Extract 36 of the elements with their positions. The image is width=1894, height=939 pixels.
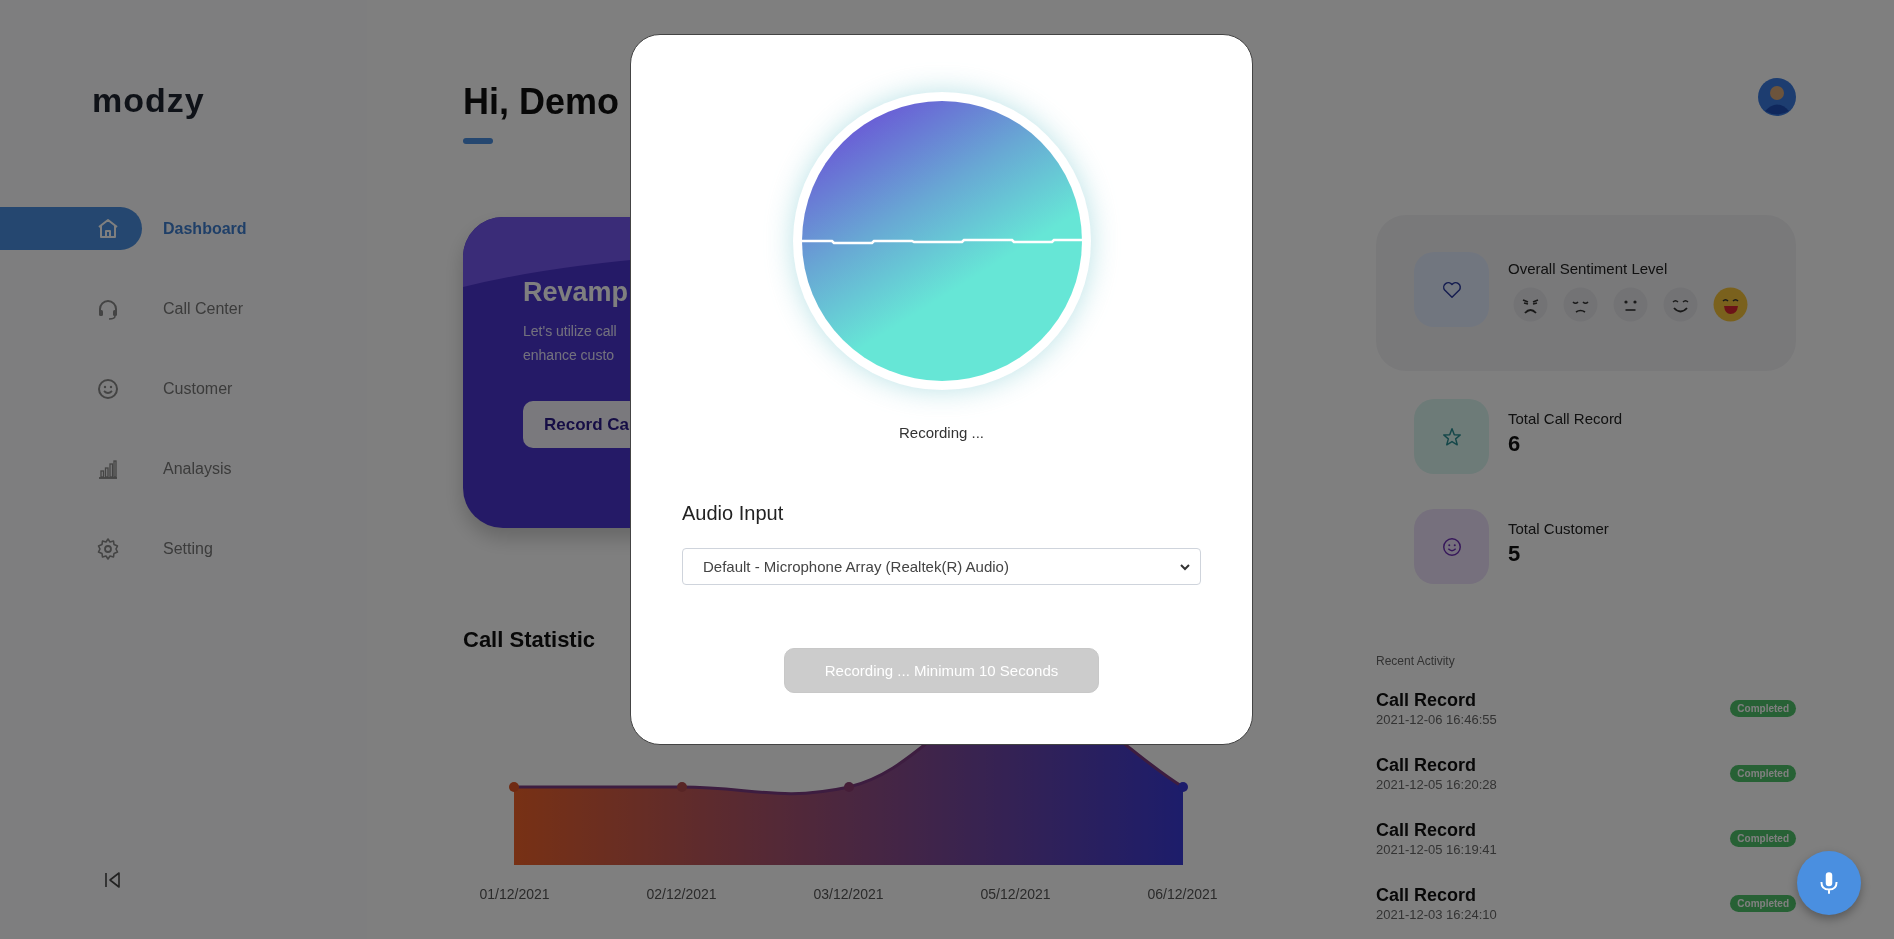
activity-title: Call Record [1376, 883, 1478, 906]
greeting-heading: Hi, Demo [463, 80, 620, 124]
axis-label: 03/12/2021 [812, 886, 885, 902]
stat-value: 5 [1508, 540, 1522, 568]
recording-status: Recording ... [898, 424, 984, 441]
stat-label: Total Call Record [1508, 409, 1623, 429]
logo: modzy [92, 82, 205, 118]
axis-label: 06/12/2021 [1146, 886, 1219, 902]
axis-label: 02/12/2021 [645, 886, 718, 902]
banner-description: Let's utilize call enhance custo [523, 322, 618, 365]
section-title: Call Statistic [463, 626, 596, 654]
audio-input-dropdown[interactable]: Default - Microphone Array (Realtek(R) Audio) [682, 548, 1201, 585]
banner-title: Revamp [523, 276, 630, 309]
field-label: Audio Input [682, 502, 784, 525]
stat-label: Total Customer [1508, 519, 1609, 539]
activity-time: 2021-12-03 16:24:10 [1376, 905, 1497, 924]
stat-value: 6 [1508, 430, 1522, 458]
axis-label: 05/12/2021 [979, 886, 1052, 902]
activity-title: Call Record [1376, 688, 1478, 711]
section-title: Recent Activity [1376, 654, 1456, 668]
card-label: Overall Sentiment Level [1508, 260, 1669, 277]
activity-time: 2021-12-05 16:19:41 [1376, 840, 1497, 859]
status-badge: Completed [1730, 830, 1796, 847]
nav-item[interactable]: Analaysis [0, 447, 232, 490]
nav-item[interactable]: Dashboard [0, 207, 247, 250]
status-badge: Completed [1730, 765, 1796, 782]
status-badge: Completed [1730, 895, 1796, 912]
status-badge: Completed [1730, 700, 1796, 717]
nav-item[interactable]: Call Center [0, 287, 244, 330]
activity-title: Call Record [1376, 753, 1478, 776]
activity-time: 2021-12-05 16:20:28 [1376, 775, 1497, 794]
nav-item[interactable]: Setting [0, 527, 213, 570]
activity-time: 2021-12-06 16:46:55 [1376, 710, 1497, 729]
axis-label: 01/12/2021 [478, 886, 551, 902]
activity-title: Call Record [1376, 818, 1478, 841]
nav-item[interactable]: Customer [0, 367, 233, 410]
